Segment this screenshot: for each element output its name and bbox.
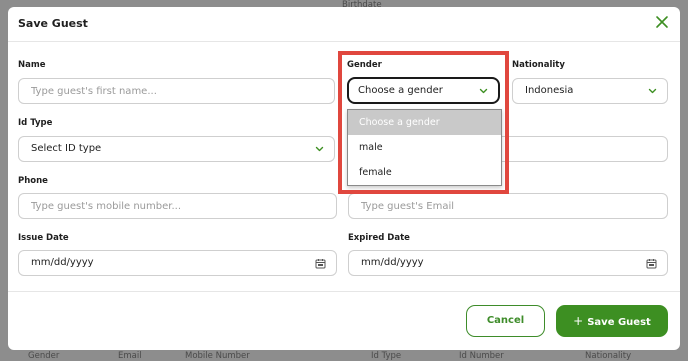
cancel-button-label: Cancel [486,315,525,326]
phone-label: Phone [18,176,48,186]
gender-dropdown-list: Choose a gender male female [347,109,502,186]
save-guest-button-label: Save Guest [587,317,651,328]
name-label: Name [18,60,46,70]
chevron-down-icon [479,88,488,94]
issue-date-input[interactable]: mm/dd/yyyy [18,250,337,276]
save-guest-button[interactable]: + Save Guest [556,305,668,337]
nationality-select-value: Indonesia [525,85,574,96]
nationality-select[interactable]: Indonesia [512,78,668,104]
expired-date-label: Expired Date [348,233,410,243]
nationality-label: Nationality [512,60,565,70]
gender-option-female[interactable]: female [348,160,501,185]
id-type-select[interactable]: Select ID type [18,136,335,162]
cancel-button[interactable]: Cancel [466,305,545,337]
chevron-down-icon [648,88,657,94]
issue-date-label: Issue Date [18,233,69,243]
gender-label: Gender [347,60,382,70]
save-guest-modal: Save Guest Name Gender Choose a gender N… [8,7,680,350]
name-input[interactable] [18,78,335,104]
expired-date-value: mm/dd/yyyy [361,257,424,268]
email-input[interactable] [348,193,668,219]
gender-select[interactable]: Choose a gender [347,77,500,104]
gender-option-placeholder[interactable]: Choose a gender [348,110,501,135]
footer-divider [8,291,680,292]
gender-option-male[interactable]: male [348,135,501,160]
modal-header: Save Guest [8,7,680,42]
modal-title: Save Guest [18,17,88,30]
calendar-icon[interactable] [315,258,326,269]
chevron-down-icon [315,146,324,152]
calendar-icon[interactable] [646,258,657,269]
phone-input[interactable] [18,193,337,219]
plus-icon: + [573,314,584,328]
id-type-select-value: Select ID type [31,143,102,154]
gender-select-value: Choose a gender [358,85,443,96]
id-type-label: Id Type [18,118,53,128]
close-icon[interactable] [654,14,670,30]
issue-date-value: mm/dd/yyyy [31,257,94,268]
expired-date-input[interactable]: mm/dd/yyyy [348,250,668,276]
